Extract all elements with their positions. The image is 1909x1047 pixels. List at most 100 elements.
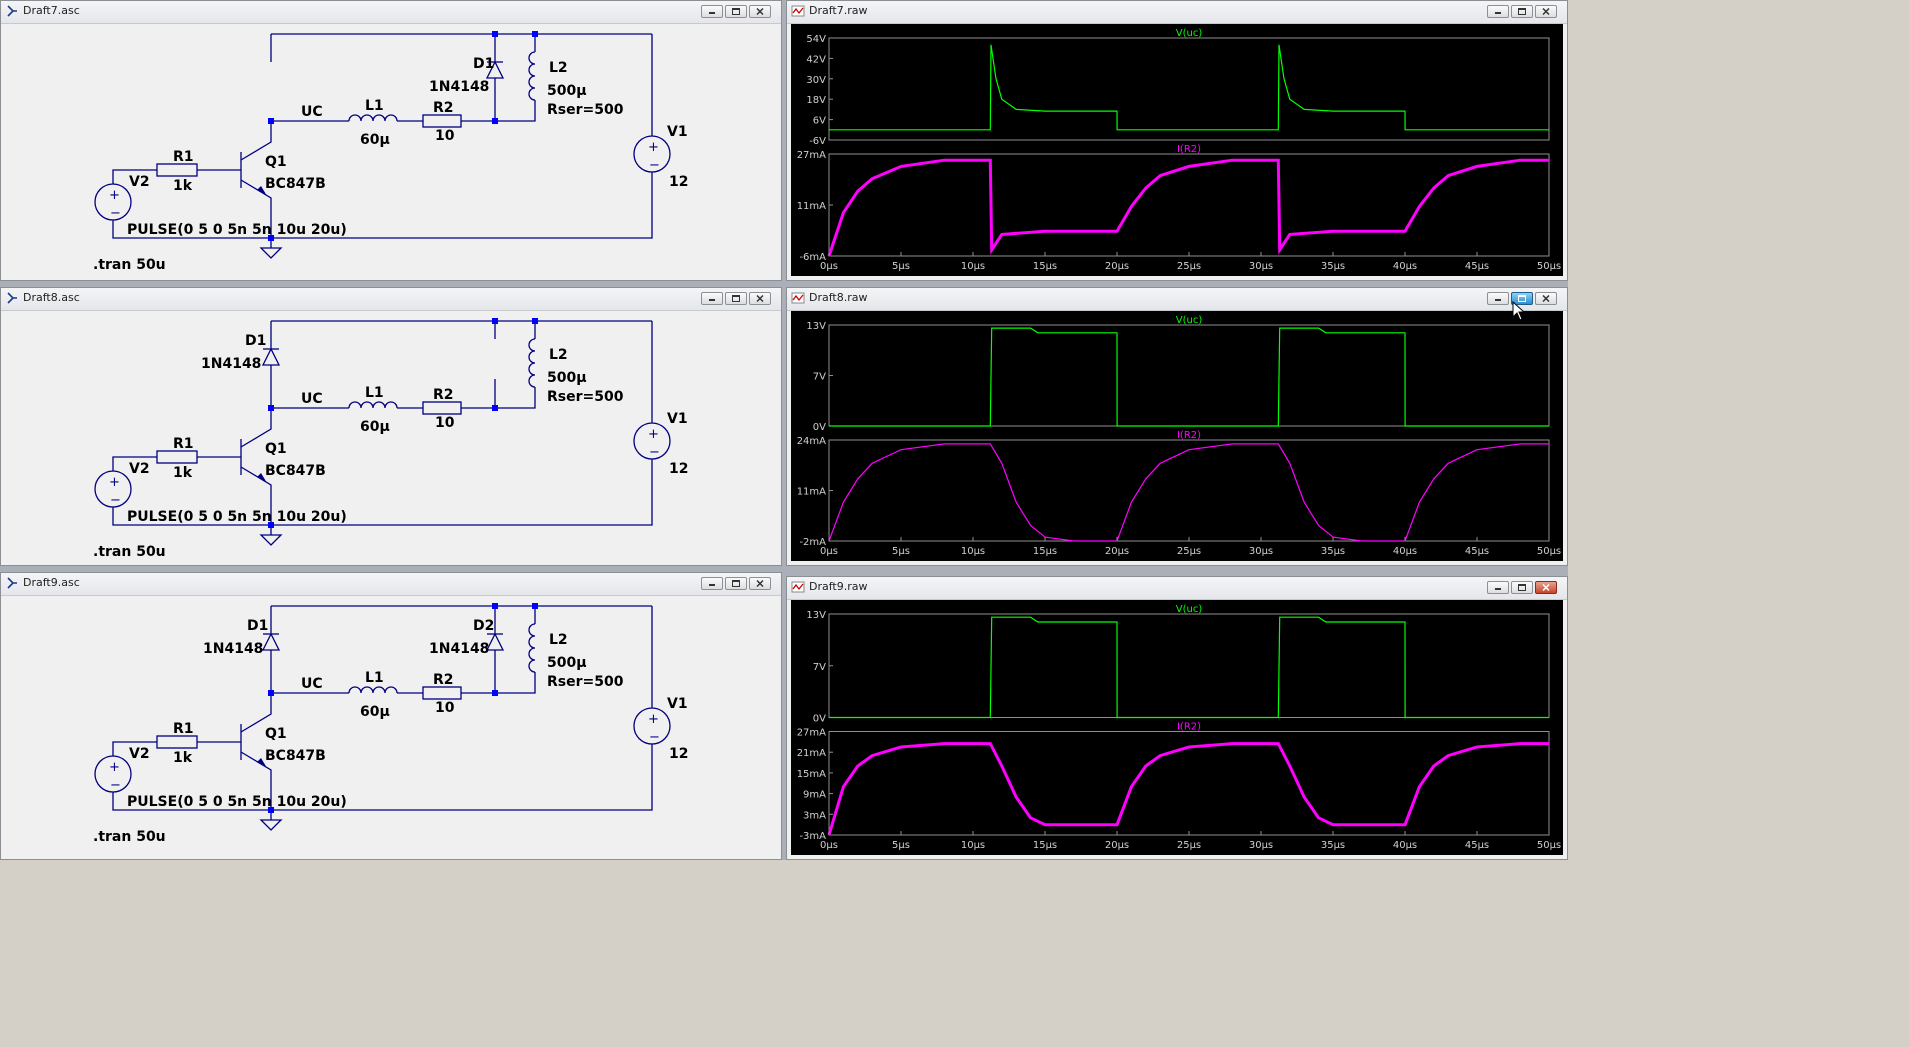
close-icon [1542, 7, 1550, 16]
close-button[interactable] [749, 5, 771, 18]
title-bar[interactable]: Draft9.raw [787, 577, 1567, 600]
y-tick-label: 6V [813, 116, 826, 127]
y-tick-label: 15mA [797, 769, 826, 780]
trace-name-label[interactable]: V(uc) [1176, 315, 1203, 326]
l2-inductor-symbol[interactable] [528, 51, 536, 101]
x-tick-label: 50µs [1537, 840, 1561, 851]
wire[interactable] [495, 100, 536, 122]
y-tick-label: 11mA [797, 487, 826, 498]
title-bar[interactable]: Draft7.raw [787, 1, 1567, 24]
l1-inductor-symbol[interactable] [348, 114, 398, 122]
current-trace[interactable] [828, 443, 1549, 542]
voltage-trace[interactable] [829, 327, 1549, 427]
current-trace[interactable] [827, 158, 1549, 257]
l2-value: 500µ [547, 370, 587, 386]
x-tick-label: 0µs [820, 546, 838, 557]
close-button[interactable] [749, 292, 771, 305]
trace-name-label[interactable]: I(R2) [1177, 722, 1201, 733]
waveform-plot[interactable]: V(uc) 13V 7V 0V I(R2) 27mA 21mA 15mA 9mA 3mA -3mA 0… [791, 600, 1563, 855]
trace-name-label[interactable]: V(uc) [1176, 28, 1203, 39]
x-tick-label: 5µs [892, 261, 910, 272]
x-tick-label: 25µs [1177, 546, 1201, 557]
trace-name-label[interactable]: I(R2) [1177, 430, 1201, 441]
d1-label: D1 [473, 56, 494, 72]
junction-node [492, 603, 498, 609]
r2-resistor-symbol[interactable] [422, 114, 462, 128]
r1-label: R1 [173, 149, 194, 165]
maximize-button[interactable] [725, 292, 747, 305]
l1-value: 60µ [360, 132, 390, 148]
d1-value: 1N4148 [201, 356, 261, 372]
v2-pulse-spec: PULSE(0 5 0 5n 5n 10u 20u) [127, 222, 347, 238]
l1-inductor-symbol[interactable] [348, 401, 398, 409]
voltage-trace[interactable] [829, 616, 1549, 719]
junction-node [492, 405, 498, 411]
title-bar[interactable]: Draft8.asc [1, 288, 781, 311]
r2-resistor-symbol[interactable] [422, 401, 462, 415]
waveform-icon [791, 292, 805, 304]
junction-node [532, 31, 538, 37]
x-tick-label: 35µs [1321, 840, 1345, 851]
schematic-window-draft7[interactable]: Draft7.asc + − + − D1 1N4148 V2 R1 1k Q1 BC847B UC L… [0, 0, 782, 281]
minimize-button[interactable] [701, 292, 723, 305]
waveform-window-draft9[interactable]: Draft9.raw V(uc) 13V 7V 0V I(R2) 27mA 21mA 15mA… [786, 576, 1568, 860]
r2-label: R2 [433, 387, 454, 403]
x-tick-label: 45µs [1465, 546, 1489, 557]
title-bar[interactable]: Draft8.raw [787, 288, 1567, 311]
minimize-button[interactable] [1487, 292, 1509, 305]
waveform-window-draft8[interactable]: Draft8.raw V(uc) 13V 7V 0V I(R2) 24mA 11mA -2mA… [786, 287, 1568, 566]
voltage-trace[interactable] [829, 44, 1549, 131]
maximize-button[interactable] [725, 5, 747, 18]
q1-label: Q1 [265, 726, 287, 742]
current-trace[interactable] [827, 742, 1549, 836]
schematic-window-draft8[interactable]: Draft8.asc + − + − D1 1N4148 V2 R1 1k Q1 BC847B UC L… [0, 287, 782, 566]
minimize-button[interactable] [701, 577, 723, 590]
close-button[interactable] [1535, 581, 1557, 594]
schematic-canvas[interactable]: + − + − D1 1N4148 D2 1N4148 V2 R1 1k Q1 BC847B UC L1 60… [5, 596, 777, 855]
r1-resistor-symbol[interactable] [156, 163, 198, 177]
trace-name-label[interactable]: I(R2) [1177, 144, 1201, 155]
d1-diode-symbol[interactable] [261, 347, 281, 366]
minimize-button[interactable] [1487, 581, 1509, 594]
waveform-plot[interactable]: V(uc) 54V 42V 30V 18V 6V -6V I(R2) 27mA 11mA -6mA 0… [791, 24, 1563, 276]
v2-label: V2 [129, 461, 150, 477]
y-tick-label: -6V [809, 136, 826, 147]
d2-value: 1N4148 [429, 641, 489, 657]
schematic-window-draft9[interactable]: Draft9.asc + − + − D1 1N4148 D2 1N4148 V2 R1 1k Q1 B… [0, 572, 782, 860]
maximize-button[interactable] [725, 577, 747, 590]
waveform-plot[interactable]: V(uc) 13V 7V 0V I(R2) 24mA 11mA -2mA 0µs 5µs 10µs 1… [791, 311, 1563, 561]
wire[interactable] [495, 672, 536, 694]
d1-label: D1 [247, 618, 268, 634]
maximize-button[interactable] [1511, 5, 1533, 18]
trace-name-label[interactable]: V(uc) [1176, 604, 1203, 615]
l2-rser-value: Rser=500 [547, 102, 624, 118]
title-bar[interactable]: Draft9.asc [1, 573, 781, 596]
l1-inductor-symbol[interactable] [348, 686, 398, 694]
schematic-canvas[interactable]: + − + − D1 1N4148 V2 R1 1k Q1 BC847B UC L1 60µ R2 10 L2 5… [5, 311, 777, 561]
l2-inductor-symbol[interactable] [528, 623, 536, 673]
l2-label: L2 [549, 632, 568, 648]
close-icon [1542, 294, 1550, 303]
maximize-button[interactable] [1511, 581, 1533, 594]
r2-resistor-symbol[interactable] [422, 686, 462, 700]
close-button[interactable] [1535, 292, 1557, 305]
x-tick-label: 30µs [1249, 546, 1273, 557]
schematic-canvas[interactable]: + − + − D1 1N4148 V2 R1 1k Q1 BC847B UC L1 60µ R2 10 L2 5… [5, 24, 777, 276]
wire[interactable] [495, 387, 536, 409]
y-tick-label: 27mA [797, 150, 826, 161]
d1-diode-symbol[interactable] [261, 632, 281, 651]
y-tick-label: 0V [813, 422, 826, 433]
waveform-window-draft7[interactable]: Draft7.raw V(uc) 54V 42V 30V 18V 6V -6V I(R2) 27… [786, 0, 1568, 281]
r1-resistor-symbol[interactable] [156, 450, 198, 464]
minus-sign-icon: − [110, 206, 121, 221]
title-bar[interactable]: Draft7.asc [1, 1, 781, 24]
close-button[interactable] [1535, 5, 1557, 18]
l1-label: L1 [365, 98, 384, 114]
minimize-button[interactable] [1487, 5, 1509, 18]
l2-inductor-symbol[interactable] [528, 338, 536, 388]
close-button[interactable] [749, 577, 771, 590]
y-tick-label: 7V [813, 372, 826, 383]
r1-resistor-symbol[interactable] [156, 735, 198, 749]
minimize-button[interactable] [701, 5, 723, 18]
junction-node [492, 318, 498, 324]
